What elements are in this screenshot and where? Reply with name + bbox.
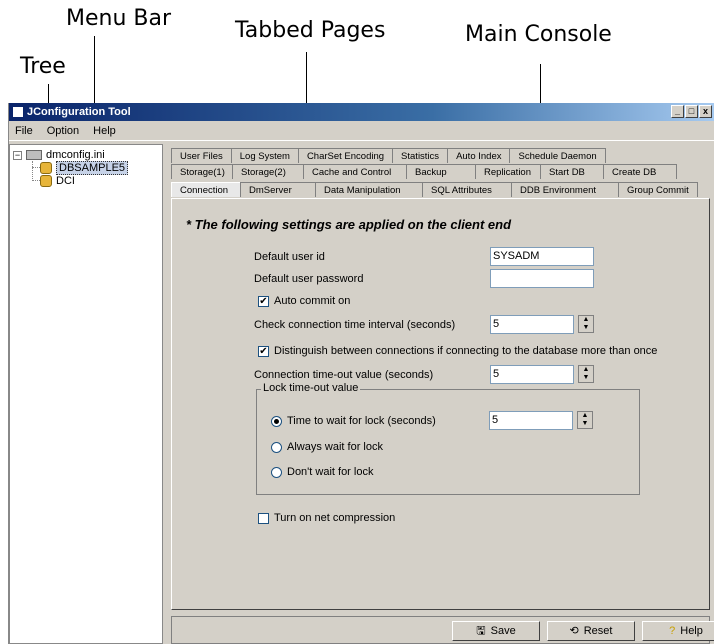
tab-row-2: Storage(1) Storage(2) Cache and Control … bbox=[171, 164, 677, 179]
lock-wait-label: Time to wait for lock (seconds) bbox=[287, 415, 436, 427]
connection-panel: * The following settings are applied on … bbox=[171, 198, 710, 610]
tree-panel: − dmconfig.ini DBSAMPLE5 DCI bbox=[9, 144, 163, 644]
default-user-input[interactable]: SYSADM bbox=[490, 247, 594, 266]
tab-backup[interactable]: Backup bbox=[406, 164, 476, 179]
tree-connector bbox=[32, 161, 33, 181]
tab-cache-control[interactable]: Cache and Control bbox=[303, 164, 407, 179]
tab-row-3: Connection DmServer Data Manipulation SQ… bbox=[171, 182, 698, 197]
tab-storage-2[interactable]: Storage(2) bbox=[232, 164, 304, 179]
panel-title: * The following settings are applied on … bbox=[186, 217, 512, 232]
tab-log-system[interactable]: Log System bbox=[230, 148, 299, 163]
check-conn-spinner[interactable]: ▲ ▼ bbox=[578, 315, 594, 333]
tab-ddb-environment[interactable]: DDB Environment bbox=[511, 182, 619, 197]
annotation-tabbed-pages: Tabbed Pages bbox=[235, 18, 386, 43]
tab-data-manipulation[interactable]: Data Manipulation bbox=[315, 182, 423, 197]
tree-item-root[interactable]: − dmconfig.ini bbox=[13, 148, 105, 162]
timeout-label: Connection time-out value (seconds) bbox=[254, 369, 434, 381]
check-conn-label: Check connection time interval (seconds) bbox=[254, 319, 456, 331]
app-icon bbox=[12, 106, 24, 118]
timeout-input[interactable]: 5 bbox=[490, 365, 574, 384]
help-label: Help bbox=[680, 625, 703, 637]
tab-row-1: User Files Log System CharSet Encoding S… bbox=[171, 148, 606, 163]
annotation-tree: Tree bbox=[20, 54, 66, 79]
button-bar: 🖫 Save ⟲ Reset ? Help bbox=[171, 616, 714, 644]
annotation-menu-bar: Menu Bar bbox=[66, 6, 172, 31]
menu-help[interactable]: Help bbox=[91, 125, 118, 137]
tab-sql-attributes[interactable]: SQL Attributes bbox=[422, 182, 512, 197]
tab-auto-index[interactable]: Auto Index bbox=[447, 148, 511, 163]
lock-wait-radio[interactable] bbox=[271, 416, 282, 427]
default-user-label: Default user id bbox=[254, 251, 325, 263]
title-bar: JConfiguration Tool _ □ x bbox=[9, 103, 714, 121]
reset-icon: ⟲ bbox=[569, 625, 579, 637]
tab-user-files[interactable]: User Files bbox=[171, 148, 232, 163]
tab-storage-1[interactable]: Storage(1) bbox=[171, 164, 233, 179]
auto-commit-label: Auto commit on bbox=[274, 295, 351, 307]
tree-item-label: dmconfig.ini bbox=[46, 149, 105, 161]
tab-create-db[interactable]: Create DB bbox=[603, 164, 677, 179]
minimize-button[interactable]: _ bbox=[671, 105, 684, 118]
net-compression-label: Turn on net compression bbox=[274, 512, 396, 524]
save-icon: 🖫 bbox=[476, 625, 486, 637]
default-password-input[interactable] bbox=[490, 269, 594, 288]
dont-wait-radio[interactable] bbox=[271, 467, 282, 478]
collapse-icon[interactable]: − bbox=[13, 150, 22, 160]
maximize-button[interactable]: □ bbox=[685, 105, 698, 118]
tree-connector bbox=[32, 167, 40, 168]
tree-connector bbox=[32, 180, 40, 181]
reset-label: Reset bbox=[583, 625, 613, 637]
database-icon bbox=[40, 175, 52, 187]
menu-file[interactable]: File bbox=[13, 125, 35, 137]
tab-schedule-daemon[interactable]: Schedule Daemon bbox=[509, 148, 606, 163]
check-conn-input[interactable]: 5 bbox=[490, 315, 574, 334]
application-window: JConfiguration Tool _ □ x File Option He… bbox=[8, 103, 714, 644]
tab-start-db[interactable]: Start DB bbox=[540, 164, 604, 179]
save-button[interactable]: 🖫 Save bbox=[452, 621, 540, 641]
distinguish-checkbox[interactable]: ✔ bbox=[258, 346, 269, 357]
lock-group-label: Lock time-out value bbox=[261, 382, 361, 394]
lock-wait-spinner[interactable]: ▲ ▼ bbox=[577, 411, 593, 429]
help-icon: ? bbox=[669, 625, 676, 637]
window-title: JConfiguration Tool bbox=[27, 106, 131, 118]
main-console: User Files Log System CharSet Encoding S… bbox=[167, 144, 714, 644]
tab-dmserver[interactable]: DmServer bbox=[240, 182, 316, 197]
annotation-main-console: Main Console bbox=[465, 22, 612, 47]
database-icon bbox=[40, 162, 52, 174]
tree-item-label: DBSAMPLE5 bbox=[56, 161, 129, 175]
default-password-label: Default user password bbox=[254, 273, 364, 285]
tab-group-commit[interactable]: Group Commit bbox=[618, 182, 698, 197]
tab-replication[interactable]: Replication bbox=[475, 164, 541, 179]
tab-statistics[interactable]: Statistics bbox=[392, 148, 449, 163]
reset-button[interactable]: ⟲ Reset bbox=[547, 621, 635, 641]
dont-wait-label: Don't wait for lock bbox=[287, 466, 374, 478]
tree-item-dci[interactable]: DCI bbox=[40, 174, 75, 188]
tree-item-label: DCI bbox=[56, 175, 75, 187]
always-wait-label: Always wait for lock bbox=[287, 441, 383, 453]
timeout-spinner[interactable]: ▲ ▼ bbox=[578, 365, 594, 383]
tab-charset-encoding[interactable]: CharSet Encoding bbox=[297, 148, 394, 163]
auto-commit-checkbox[interactable]: ✔ bbox=[258, 296, 269, 307]
lock-wait-input[interactable]: 5 bbox=[489, 411, 573, 430]
save-label: Save bbox=[490, 625, 516, 637]
menu-bar: File Option Help bbox=[9, 121, 714, 141]
close-button[interactable]: x bbox=[699, 105, 712, 118]
tree-item-dbsample5[interactable]: DBSAMPLE5 bbox=[40, 161, 129, 175]
help-button[interactable]: ? Help bbox=[642, 621, 714, 641]
config-file-icon bbox=[26, 150, 42, 160]
always-wait-radio[interactable] bbox=[271, 442, 282, 453]
tab-connection[interactable]: Connection bbox=[171, 182, 241, 197]
menu-option[interactable]: Option bbox=[45, 125, 81, 137]
net-compression-checkbox[interactable] bbox=[258, 513, 269, 524]
lock-timeout-group: Lock time-out value Time to wait for loc… bbox=[256, 382, 640, 495]
distinguish-label: Distinguish between connections if conne… bbox=[274, 345, 658, 357]
